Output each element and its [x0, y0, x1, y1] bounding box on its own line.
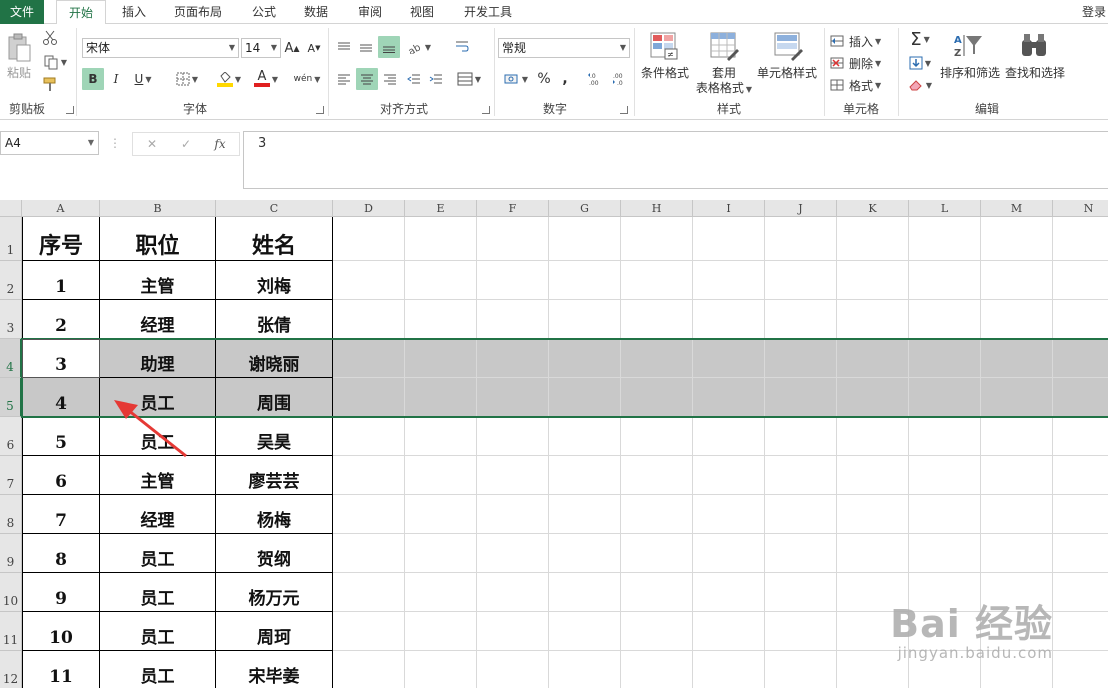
red-arrow-annotation	[114, 400, 187, 458]
baidu-watermark: Bai 经验 jingyan.baidu.com	[890, 593, 1053, 662]
arrow-shaft	[127, 408, 187, 458]
watermark-sub: jingyan.baidu.com	[897, 644, 1053, 662]
excel-window: 文件 开始 插入 页面布局 公式 数据 审阅 视图 开发工具 登录 粘贴 ▼ 剪…	[0, 0, 1108, 688]
watermark-main: Bai 经验	[890, 602, 1053, 646]
